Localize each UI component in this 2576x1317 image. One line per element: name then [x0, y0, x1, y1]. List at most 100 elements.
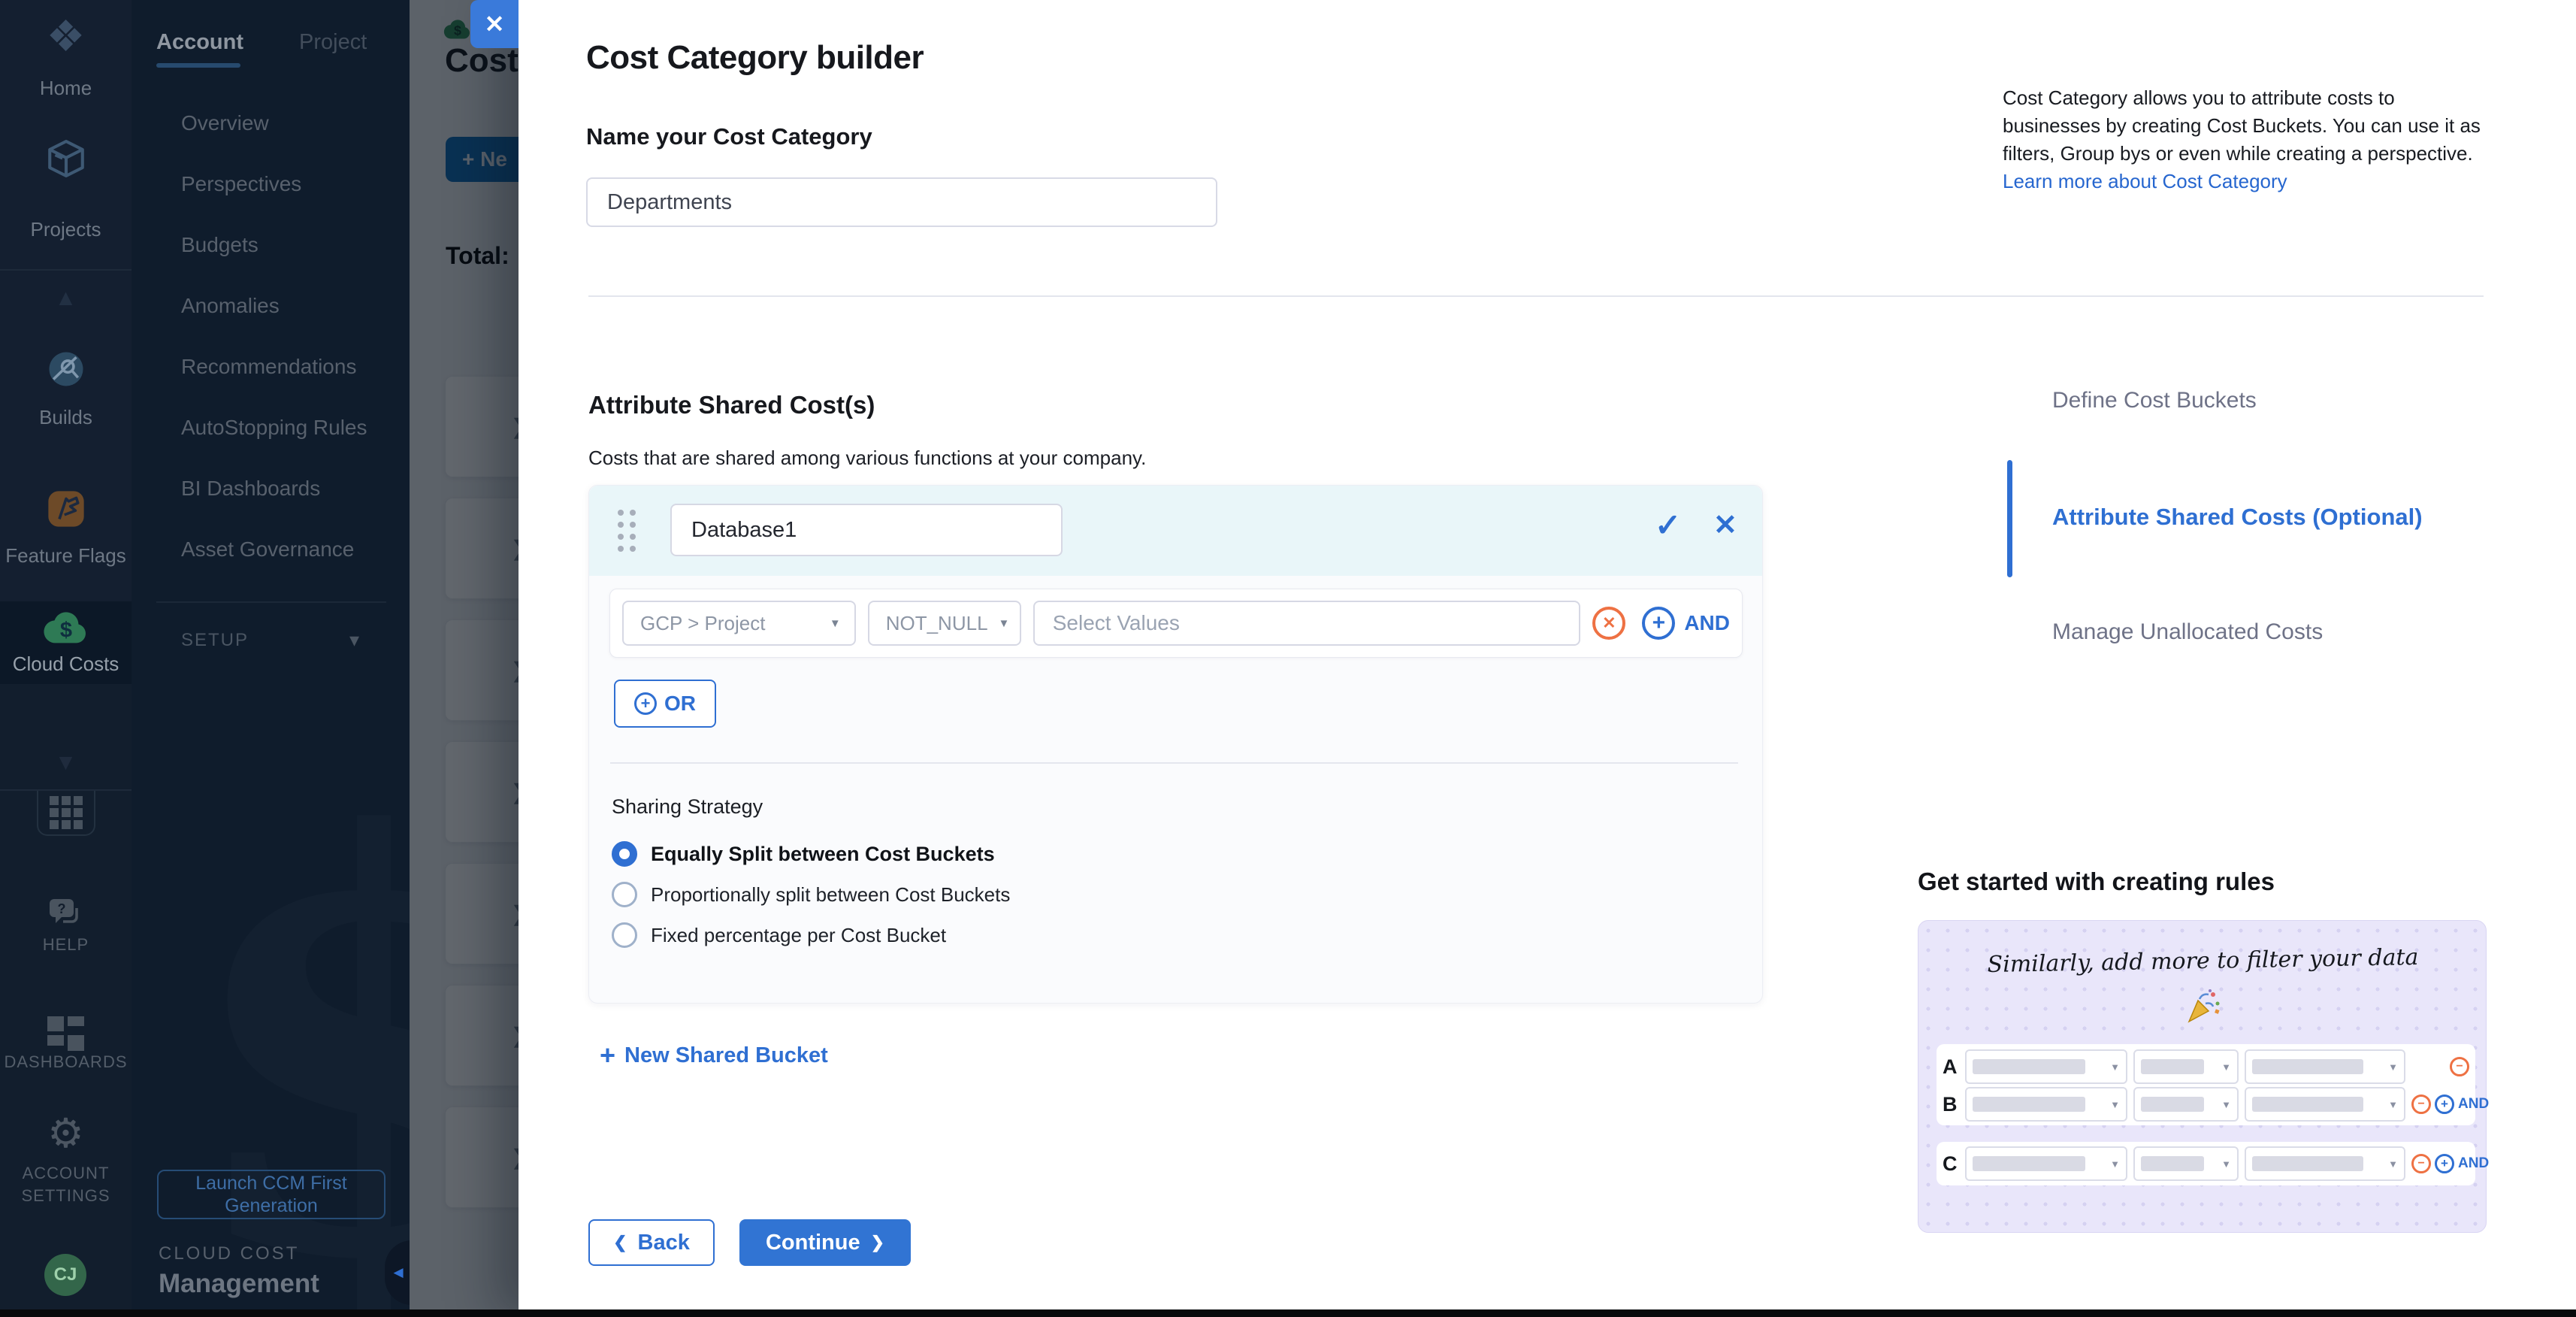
sharing-strategy-label: Sharing Strategy: [612, 795, 763, 819]
scroll-up-icon[interactable]: ▲: [0, 286, 132, 311]
circle-minus-icon: −: [2450, 1057, 2469, 1076]
home-icon[interactable]: ❖: [0, 11, 132, 62]
radio-option-equally-split[interactable]: Equally Split between Cost Buckets: [612, 839, 995, 869]
sidebar-item-overview[interactable]: Overview: [181, 111, 269, 135]
values-input[interactable]: Select Values: [1033, 601, 1581, 646]
sidebar-item-perspectives[interactable]: Perspectives: [181, 172, 301, 196]
shared-bucket-card: Database1 ✓ ✕ GCP > Project ▼ NOT_NULL ▼…: [588, 485, 1763, 1004]
chevron-down-icon[interactable]: ▾: [349, 628, 359, 652]
shared-costs-description: Costs that are shared among various func…: [588, 447, 1146, 470]
sidebar-item-asset-governance[interactable]: Asset Governance: [181, 537, 354, 562]
module-eyebrow: CLOUD COST: [159, 1243, 299, 1264]
operator-select[interactable]: NOT_NULL ▼: [868, 601, 1021, 646]
scroll-down-icon[interactable]: ▼: [0, 750, 132, 776]
projects-icon[interactable]: [44, 137, 88, 180]
rail-item-help[interactable]: HELP: [0, 935, 132, 955]
dashboards-icon[interactable]: [0, 1016, 132, 1051]
chevron-right-icon: ❯: [871, 1233, 884, 1252]
rail-item-dashboards[interactable]: DASHBOARDS: [0, 1052, 132, 1072]
row-label: A: [1943, 1055, 1965, 1079]
rule-condition-row: GCP > Project ▼ NOT_NULL ▼ Select Values…: [609, 589, 1743, 658]
sidebar-item-bi-dashboards[interactable]: BI Dashboards: [181, 477, 320, 501]
operator-select-value: NOT_NULL: [886, 612, 988, 635]
close-icon: ✕: [485, 10, 505, 38]
drag-handle[interactable]: [618, 510, 636, 552]
radio-label: Fixed percentage per Cost Bucket: [651, 924, 946, 947]
circle-plus-icon: +: [2435, 1154, 2454, 1173]
grid-icon: [50, 796, 83, 829]
add-or-condition-button[interactable]: + OR: [614, 680, 716, 728]
back-button[interactable]: ❮ Back: [588, 1219, 715, 1266]
learn-more-link[interactable]: Learn more about Cost Category: [2003, 170, 2287, 192]
radio-option-fixed-percentage[interactable]: Fixed percentage per Cost Bucket: [612, 920, 946, 950]
section-divider: [588, 295, 2484, 297]
help-icon[interactable]: ?: [47, 896, 86, 932]
row-label: C: [1943, 1152, 1965, 1176]
close-button[interactable]: ✕: [470, 0, 519, 48]
circle-minus-icon: −: [2411, 1154, 2431, 1173]
builds-icon[interactable]: [46, 349, 86, 389]
sidebar-item-budgets[interactable]: Budgets: [181, 233, 259, 257]
plus-icon: +: [600, 1042, 615, 1069]
info-panel: Cost Category allows you to attribute co…: [2003, 84, 2495, 195]
rail-item-builds[interactable]: Builds: [0, 406, 132, 429]
cost-category-name-input[interactable]: Departments: [586, 177, 1217, 227]
tab-account[interactable]: Account: [156, 30, 243, 55]
rules-illustration: Similarly, add more to filter your data …: [1918, 920, 2487, 1233]
module-title: Management: [159, 1269, 319, 1299]
sidebar-item-anomalies[interactable]: Anomalies: [181, 294, 280, 318]
illustration-rule-group: A ▼ ▼ ▼ − B ▼ ▼ ▼ − + AND: [1937, 1044, 2475, 1125]
field-select[interactable]: GCP > Project ▼: [622, 601, 856, 646]
avatar[interactable]: CJ: [44, 1254, 86, 1296]
step-attribute-shared-costs[interactable]: Attribute Shared Costs (Optional): [2052, 504, 2423, 531]
radio-icon: [612, 922, 637, 948]
drawer-title: Cost Category builder: [586, 39, 924, 77]
continue-button[interactable]: Continue ❯: [739, 1219, 911, 1266]
back-label: Back: [638, 1231, 690, 1255]
sidebar-divider: [156, 601, 386, 603]
new-shared-bucket-link[interactable]: + New Shared Bucket: [600, 1042, 828, 1069]
account-settings-label-2[interactable]: SETTINGS: [0, 1186, 132, 1206]
rail-item-feature-flags[interactable]: Feature Flags: [0, 544, 132, 568]
radio-option-proportional-split[interactable]: Proportionally split between Cost Bucket…: [612, 880, 1010, 910]
modal-overlay[interactable]: [410, 0, 519, 1317]
sidebar-item-recommendations[interactable]: Recommendations: [181, 355, 356, 379]
circle-minus-icon: −: [2411, 1094, 2431, 1114]
cloud-costs-icon[interactable]: $: [43, 609, 89, 646]
rail-item-home[interactable]: Home: [0, 77, 132, 100]
check-icon: ✓: [1655, 507, 1681, 543]
rail-item-projects[interactable]: Projects: [0, 218, 132, 241]
party-popper-icon: [2183, 987, 2222, 1026]
circle-x-icon: ✕: [1602, 613, 1616, 633]
card-divider: [610, 762, 1738, 764]
add-and-condition-button[interactable]: +: [1642, 607, 1675, 640]
tab-project[interactable]: Project: [299, 30, 367, 55]
illustration-row-a: A ▼ ▼ ▼ −: [1937, 1050, 2475, 1083]
launch-ccm-first-gen-button[interactable]: Launch CCM First Generation: [157, 1170, 385, 1219]
delete-bucket-button[interactable]: ✕: [1713, 508, 1737, 542]
tab-account-underline: [156, 63, 240, 68]
bucket-name-input[interactable]: Database1: [670, 504, 1063, 556]
sidebar-setup-label[interactable]: SETUP: [181, 630, 249, 651]
step-define-cost-buckets[interactable]: Define Cost Buckets: [2052, 388, 2257, 413]
svg-text:?: ?: [58, 901, 66, 916]
rail-item-cloud-costs[interactable]: Cloud Costs: [0, 652, 132, 676]
and-label: AND: [2458, 1155, 2489, 1172]
and-label[interactable]: AND: [1684, 611, 1730, 635]
dollar-watermark: $: [177, 714, 410, 1317]
remove-condition-button[interactable]: ✕: [1592, 607, 1625, 640]
rail-divider: [0, 269, 132, 271]
chevron-left-icon: ◀: [393, 1265, 403, 1280]
bottom-edge-bar: [0, 1309, 2576, 1317]
gear-icon[interactable]: ⚙: [0, 1110, 132, 1157]
and-label: AND: [2458, 1096, 2489, 1113]
module-picker-button[interactable]: [37, 791, 95, 836]
step-manage-unallocated-costs[interactable]: Manage Unallocated Costs: [2052, 619, 2323, 645]
account-settings-label-1[interactable]: ACCOUNT: [0, 1164, 132, 1183]
feature-flags-icon[interactable]: [46, 489, 86, 529]
confirm-bucket-button[interactable]: ✓: [1655, 507, 1681, 543]
sidebar-item-autostopping-rules[interactable]: AutoStopping Rules: [181, 416, 367, 440]
illustration-row-c: C ▼ ▼ ▼ − + AND: [1937, 1147, 2475, 1180]
row-label: B: [1943, 1093, 1965, 1116]
or-label: OR: [664, 692, 696, 716]
